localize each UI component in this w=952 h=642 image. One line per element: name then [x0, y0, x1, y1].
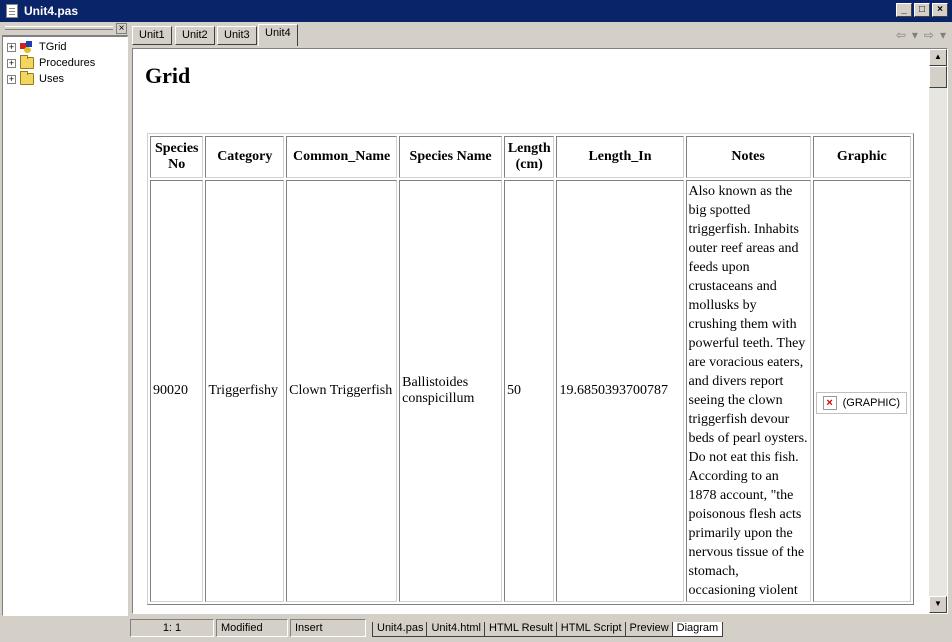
dropdown-icon[interactable]: ▾: [940, 28, 946, 42]
cell-length-cm: 50: [504, 180, 555, 602]
table-row: 90020 Triggerfishy Clown Triggerfish Bal…: [150, 180, 911, 602]
tab-unit4-html[interactable]: Unit4.html: [426, 622, 487, 637]
window-title-bar[interactable]: Unit4.pas _ □ ×: [0, 0, 952, 22]
column-header: Species Name: [399, 136, 502, 178]
editor-area: Unit1 Unit2 Unit3 Unit4 ⇦ ▾ ⇨ ▾ Grid Spe…: [130, 22, 952, 616]
page-title: Grid: [145, 63, 191, 88]
cell-notes: Also known as the big spotted triggerfis…: [685, 180, 811, 602]
minimize-button[interactable]: _: [896, 3, 912, 17]
data-grid-table: Species No Category Common_Name Species …: [147, 133, 914, 605]
column-header: Notes: [685, 136, 811, 178]
html-document: Grid Species No Category Common_Name Spe…: [133, 49, 927, 613]
vertical-scrollbar[interactable]: ▲ ▼: [929, 49, 947, 613]
history-nav: ⇦ ▾ ⇨ ▾: [896, 28, 946, 42]
cell-length-in: 19.6850393700787: [556, 180, 684, 602]
expand-icon[interactable]: +: [7, 58, 16, 68]
dropdown-icon[interactable]: ▾: [912, 28, 918, 42]
view-tabs: Unit4.pas Unit4.html HTML Result HTML Sc…: [372, 619, 724, 637]
close-button[interactable]: ×: [932, 3, 948, 17]
tab-html-result[interactable]: HTML Result: [484, 622, 558, 637]
tree-item-label: Uses: [39, 73, 65, 85]
tree-item-tgrid[interactable]: + TGrid: [3, 39, 127, 55]
tree-item-uses[interactable]: + Uses: [3, 71, 127, 87]
tab-unit2[interactable]: Unit2: [175, 26, 215, 45]
back-arrow-icon[interactable]: ⇦: [896, 28, 906, 42]
tab-unit4[interactable]: Unit4: [258, 24, 298, 46]
tree-item-label: Procedures: [39, 57, 96, 69]
column-header: Graphic: [812, 136, 911, 178]
window-controls: _ □ ×: [896, 3, 948, 17]
html-result-frame: Grid Species No Category Common_Name Spe…: [132, 48, 948, 614]
drag-grip[interactable]: [5, 26, 113, 30]
component-icon: [20, 41, 34, 53]
code-explorer-header: ×: [2, 22, 128, 36]
cell-common-name: Clown Triggerfish: [286, 180, 398, 602]
tab-diagram[interactable]: Diagram: [671, 622, 724, 637]
tree-item-procedures[interactable]: + Procedures: [3, 55, 127, 71]
folder-icon: [20, 71, 34, 85]
tab-html-script[interactable]: HTML Script: [555, 622, 627, 637]
tab-preview[interactable]: Preview: [624, 622, 674, 637]
column-header: Length (cm): [504, 136, 555, 178]
scroll-up-icon[interactable]: ▲: [929, 49, 947, 66]
tab-unit3[interactable]: Unit3: [217, 26, 257, 45]
cell-species-no: 90020: [150, 180, 204, 602]
expand-icon[interactable]: +: [7, 42, 16, 52]
maximize-button[interactable]: □: [914, 3, 930, 17]
window-title: Unit4.pas: [24, 4, 79, 18]
document-icon: [6, 4, 18, 18]
insert-mode: Insert: [290, 619, 366, 637]
tree-item-label: TGrid: [39, 41, 67, 53]
code-explorer-tree: + TGrid + Procedures + Uses: [2, 36, 128, 616]
folder-icon: [20, 55, 34, 69]
expand-icon[interactable]: +: [7, 74, 16, 84]
forward-arrow-icon[interactable]: ⇨: [924, 28, 934, 42]
column-header: Species No: [150, 136, 204, 178]
cell-graphic: × (GRAPHIC): [812, 180, 911, 602]
column-header: Length_In: [556, 136, 684, 178]
table-header-row: Species No Category Common_Name Species …: [150, 136, 911, 178]
unit-tab-bar: Unit1 Unit2 Unit3 Unit4 ⇦ ▾ ⇨ ▾: [130, 22, 952, 46]
cell-category: Triggerfishy: [205, 180, 285, 602]
broken-image-icon: ×: [822, 396, 837, 410]
tab-unit4-pas[interactable]: Unit4.pas: [372, 622, 429, 637]
status-bar: 1: 1 Modified Insert Unit4.pas Unit4.htm…: [130, 618, 952, 638]
column-header: Common_Name: [286, 136, 398, 178]
cursor-position: 1: 1: [130, 619, 214, 637]
cell-species-name: Ballistoides conspicillum: [399, 180, 502, 602]
column-header: Category: [205, 136, 285, 178]
graphic-placeholder: × (GRAPHIC): [815, 392, 908, 414]
scroll-thumb[interactable]: [929, 66, 947, 88]
close-pane-icon[interactable]: ×: [116, 23, 127, 34]
code-explorer-pane: × + TGrid + Procedures + Uses: [2, 22, 128, 616]
tab-unit1[interactable]: Unit1: [132, 26, 172, 45]
modified-status: Modified: [216, 619, 288, 637]
scroll-down-icon[interactable]: ▼: [929, 596, 947, 613]
graphic-label: (GRAPHIC): [842, 397, 901, 409]
